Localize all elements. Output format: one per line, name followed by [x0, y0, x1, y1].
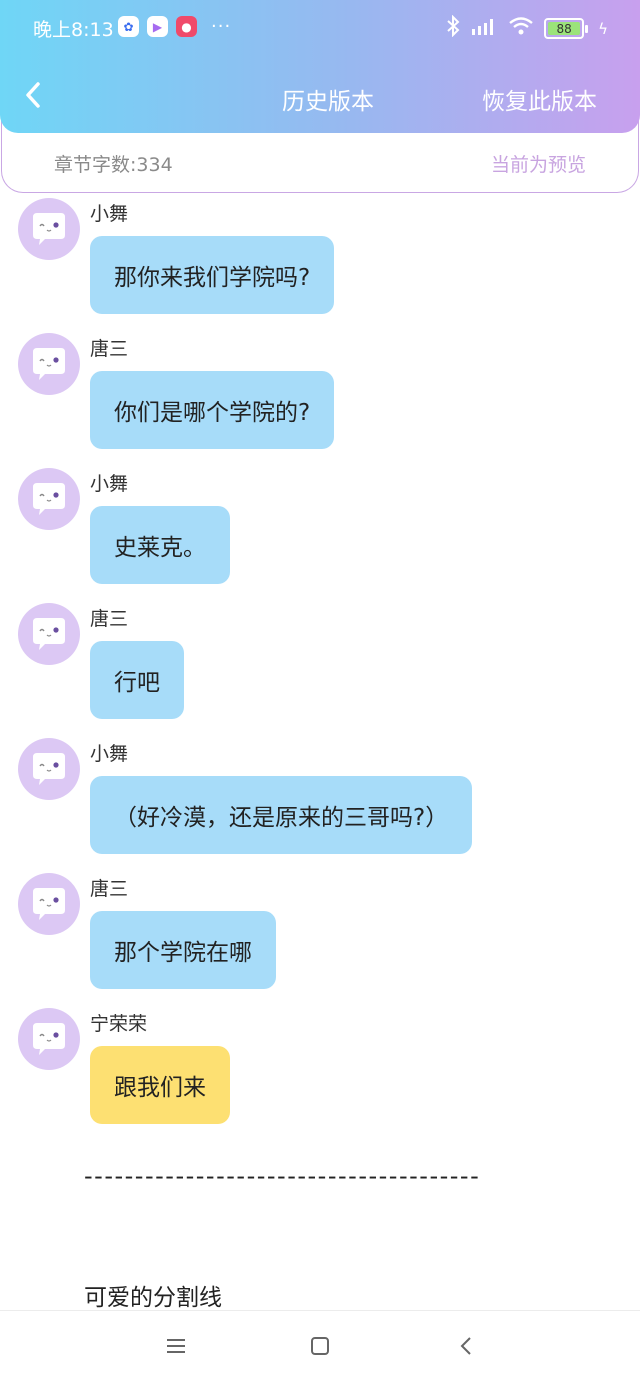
- message-bubble[interactable]: （好冷漠，还是原来的三哥吗?）: [90, 776, 473, 854]
- speech-bubble-face-icon: [33, 888, 65, 920]
- message-bubble[interactable]: 跟我们来: [90, 1046, 230, 1124]
- game-app-icon: ●: [176, 16, 197, 37]
- speech-bubble-face-icon: [33, 483, 65, 515]
- baidu-app-icon: ✿: [118, 16, 139, 37]
- avatar[interactable]: [18, 198, 80, 260]
- sender-name: 宁荣荣: [90, 1013, 148, 1035]
- home-icon[interactable]: [309, 1335, 331, 1361]
- avatar[interactable]: [18, 1008, 80, 1070]
- speech-bubble-face-icon: [33, 348, 65, 380]
- sender-name: 小舞: [90, 203, 129, 225]
- status-system-icons: 88 ϟ: [446, 14, 608, 42]
- status-time: 晚上8:13: [33, 19, 114, 41]
- sender-name: 唐三: [90, 338, 129, 360]
- bluetooth-icon: [446, 14, 460, 42]
- status-bar: 晚上8:13 ✿ ▶ ● ··· 88 ϟ: [0, 0, 640, 56]
- speech-bubble-face-icon: [33, 1023, 65, 1055]
- restore-version-button[interactable]: 恢复此版本: [482, 82, 597, 116]
- message-bubble[interactable]: 史莱克。: [90, 506, 230, 584]
- charging-icon: ϟ: [598, 19, 608, 38]
- system-nav-bar: [0, 1310, 640, 1388]
- speech-bubble-face-icon: [33, 618, 65, 650]
- avatar[interactable]: [18, 873, 80, 935]
- preview-status: 当前为预览: [490, 154, 586, 176]
- sender-name: 小舞: [90, 473, 129, 495]
- wifi-icon: [508, 16, 534, 41]
- avatar[interactable]: [18, 738, 80, 800]
- divider-text: ---------------------------------------: [84, 1162, 481, 1190]
- status-notification-icons: ✿ ▶ ● ···: [118, 16, 231, 37]
- sender-name: 唐三: [90, 608, 129, 630]
- word-count: 章节字数:334: [54, 154, 173, 176]
- avatar[interactable]: [18, 603, 80, 665]
- message-bubble[interactable]: 那你来我们学院吗?: [90, 236, 335, 314]
- signal-icon: [470, 16, 498, 41]
- battery-cap: [585, 24, 589, 33]
- speech-bubble-face-icon: [33, 213, 65, 245]
- avatar[interactable]: [18, 333, 80, 395]
- back-nav-icon[interactable]: [456, 1335, 478, 1361]
- video-app-icon: ▶: [147, 16, 168, 37]
- message-bubble[interactable]: 你们是哪个学院的?: [90, 371, 335, 449]
- avatar[interactable]: [18, 468, 80, 530]
- sender-name: 唐三: [90, 878, 129, 900]
- battery-level: 88: [556, 21, 572, 36]
- app-header: 晚上8:13 ✿ ▶ ● ··· 88 ϟ 历史版本 恢复此版本: [0, 0, 640, 133]
- battery-icon: 88: [544, 18, 585, 39]
- more-notifications-icon: ···: [211, 16, 232, 37]
- menu-icon[interactable]: [165, 1335, 187, 1361]
- sender-name: 小舞: [90, 743, 129, 765]
- cute-divider-label: 可爱的分割线: [84, 1285, 222, 1311]
- message-bubble[interactable]: 行吧: [90, 641, 184, 719]
- message-bubble[interactable]: 那个学院在哪: [90, 911, 276, 989]
- speech-bubble-face-icon: [33, 753, 65, 785]
